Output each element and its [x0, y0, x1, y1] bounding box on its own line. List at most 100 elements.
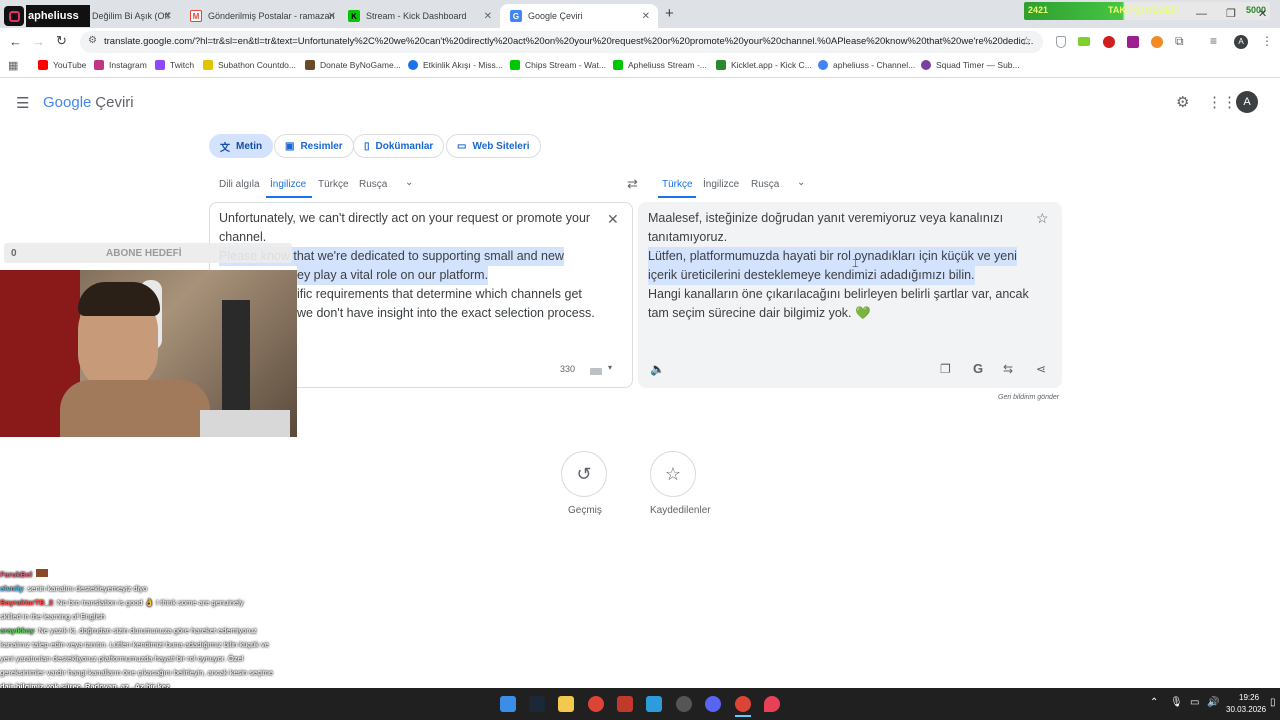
- bookmark-apheliuss-channel[interactable]: apheliuss - Channel...: [818, 60, 915, 70]
- bookmark-twitch[interactable]: Twitch: [155, 60, 194, 70]
- settings-gear-icon[interactable]: ⚙: [1176, 93, 1189, 111]
- timer-icon: [921, 60, 931, 70]
- battery-extension-icon[interactable]: [1078, 37, 1090, 46]
- reading-list-icon[interactable]: ≡: [1210, 34, 1217, 48]
- system-tray-chevron-icon[interactable]: ⌃: [1150, 697, 1158, 708]
- bookmark-chips-stream[interactable]: Chips Stream - Wat...: [510, 60, 606, 70]
- image-icon: ▣: [285, 140, 295, 152]
- saved-button[interactable]: ☆: [650, 451, 696, 497]
- keyboard-dropdown-icon[interactable]: ▾: [608, 363, 612, 372]
- history-button[interactable]: ↺: [561, 451, 607, 497]
- video-app-icon[interactable]: [617, 696, 633, 712]
- tab-apheliuss[interactable]: apheliuss Değilim Bi Aşık (Off ✕: [0, 4, 180, 28]
- minimize-button[interactable]: —: [1196, 8, 1207, 20]
- target-lang-english[interactable]: İngilizce: [703, 179, 739, 190]
- save-translation-star-icon[interactable]: ☆: [1036, 210, 1049, 227]
- apps-grid-icon[interactable]: ▦: [8, 59, 18, 72]
- shield-extension-icon[interactable]: [1056, 36, 1066, 48]
- rate-translation-icon[interactable]: ⇆: [1003, 362, 1013, 376]
- riot-icon[interactable]: [764, 696, 780, 712]
- network-icon[interactable]: ▭: [1190, 697, 1199, 708]
- maximize-button[interactable]: ❐: [1226, 7, 1236, 20]
- bookmark-subathon[interactable]: Subathon Countdo...: [203, 60, 296, 70]
- mode-websites-chip[interactable]: ▭ Web Siteleri: [446, 134, 541, 158]
- back-arrow-icon[interactable]: ←: [9, 34, 22, 49]
- bookmark-apheliuss-stream[interactable]: Apheliuss Stream -...: [613, 60, 707, 70]
- tab-google-translate[interactable]: G Google Çeviri ✕: [500, 4, 658, 28]
- chrome-icon[interactable]: [588, 696, 604, 712]
- close-icon[interactable]: ✕: [642, 11, 650, 22]
- browser-menu-icon[interactable]: ⋮: [1261, 34, 1273, 48]
- instagram-icon: [94, 60, 104, 70]
- close-icon[interactable]: ✕: [328, 11, 336, 22]
- address-bar[interactable]: ⚙ translate.google.com/?hl=tr&sl=en&tl=t…: [80, 31, 1043, 53]
- close-icon[interactable]: ✕: [164, 11, 172, 22]
- target-lang-turkish[interactable]: Türkçe: [662, 179, 693, 190]
- globe-icon: [408, 60, 418, 70]
- close-window-button[interactable]: ✕: [1258, 7, 1267, 20]
- tab-kick-dashboard[interactable]: K Stream - Kick Dashboard ✕: [338, 4, 500, 28]
- kicklet-icon: [716, 60, 726, 70]
- chrome-active-icon[interactable]: [735, 696, 751, 712]
- bookmark-squad-timer[interactable]: Squad Timer — Sub...: [921, 60, 1020, 70]
- steam-icon[interactable]: [529, 696, 545, 712]
- extensions-puzzle-icon[interactable]: ⧉: [1175, 34, 1184, 49]
- new-tab-button[interactable]: +: [665, 5, 674, 22]
- swap-languages-icon[interactable]: ⇄: [627, 176, 638, 192]
- website-icon: ▭: [457, 140, 467, 152]
- youtube-icon: [38, 60, 48, 70]
- target-lang-russian[interactable]: Rusça: [751, 179, 779, 190]
- bookmark-instagram[interactable]: Instagram: [94, 60, 147, 70]
- mode-text-chip[interactable]: 文 Metin: [209, 134, 274, 158]
- clear-text-icon[interactable]: ✕: [607, 211, 619, 228]
- bookmark-kicklet[interactable]: Kicklet.app - Kick C...: [716, 60, 812, 70]
- adblock-extension-icon[interactable]: [1103, 36, 1115, 48]
- microphone-icon[interactable]: 🎙: [1170, 697, 1183, 708]
- file-explorer-icon[interactable]: [558, 696, 574, 712]
- account-avatar[interactable]: A: [1236, 91, 1258, 113]
- source-lang-turkish[interactable]: Türkçe: [318, 179, 349, 190]
- target-lang-more-icon[interactable]: ⌄: [797, 177, 805, 188]
- twitch-extension-icon[interactable]: [1127, 36, 1139, 48]
- profile-avatar[interactable]: A: [1234, 35, 1248, 49]
- chat-message: arayıkkay: Ne yazık ki, doğrudan sizin d…: [0, 626, 257, 635]
- mode-images-chip[interactable]: ▣ Resimler: [274, 134, 354, 158]
- bookmark-etkinlik[interactable]: Etkinlik Akışı - Miss...: [408, 60, 503, 70]
- keyboard-icon[interactable]: [590, 368, 602, 375]
- clock-date[interactable]: 30.03.2026: [1226, 705, 1266, 714]
- cookie-extension-icon[interactable]: [1151, 36, 1163, 48]
- discord-icon[interactable]: [705, 696, 721, 712]
- forward-arrow-icon[interactable]: →: [32, 34, 45, 49]
- source-lang-english[interactable]: İngilizce: [270, 179, 306, 190]
- google-apps-icon[interactable]: ⋮⋮: [1207, 93, 1237, 111]
- volume-icon[interactable]: 🔊: [1207, 697, 1219, 708]
- instagram-icon: [4, 6, 24, 26]
- obs-icon[interactable]: [676, 696, 692, 712]
- google-search-icon[interactable]: G: [973, 361, 983, 376]
- streamer-shirt: [60, 380, 210, 437]
- copy-icon[interactable]: ❐: [940, 362, 951, 376]
- clock-time[interactable]: 19:26: [1239, 693, 1259, 702]
- site-settings-icon[interactable]: ⚙: [88, 35, 97, 46]
- source-lang-russian[interactable]: Rusça: [359, 179, 387, 190]
- google-translate-logo[interactable]: Google Çeviri: [43, 94, 134, 111]
- reload-icon[interactable]: ↻: [56, 33, 67, 49]
- windows-start-icon[interactable]: [500, 696, 516, 712]
- bookmark-star-icon[interactable]: ☆: [1021, 34, 1032, 48]
- send-feedback-link[interactable]: Geri bildirim gönder: [998, 394, 1059, 401]
- mode-documents-chip[interactable]: ▯ Dokümanlar: [353, 134, 445, 158]
- source-lang-detect[interactable]: Dili algıla: [219, 179, 260, 190]
- notifications-icon[interactable]: ▯: [1270, 697, 1276, 708]
- bookmark-youtube[interactable]: YouTube: [38, 60, 86, 70]
- close-icon[interactable]: ✕: [484, 11, 492, 22]
- listen-speaker-icon[interactable]: 🔈: [650, 362, 665, 376]
- tab-gmail[interactable]: M Gönderilmiş Postalar - ramazan ✕: [180, 4, 344, 28]
- stream-chat-overlay: FarukBel elvnily: senin kanalını destekl…: [0, 568, 340, 705]
- source-lang-more-icon[interactable]: ⌄: [405, 177, 413, 188]
- hamburger-menu-icon[interactable]: ☰: [16, 94, 29, 112]
- bookmark-bynogame[interactable]: Donate ByNoGame...: [305, 60, 401, 70]
- tab-title: Gönderilmiş Postalar - ramazan: [208, 11, 335, 21]
- share-icon[interactable]: ⋖: [1036, 362, 1046, 376]
- app-icon[interactable]: [646, 696, 662, 712]
- source-lang-underline: [266, 196, 312, 198]
